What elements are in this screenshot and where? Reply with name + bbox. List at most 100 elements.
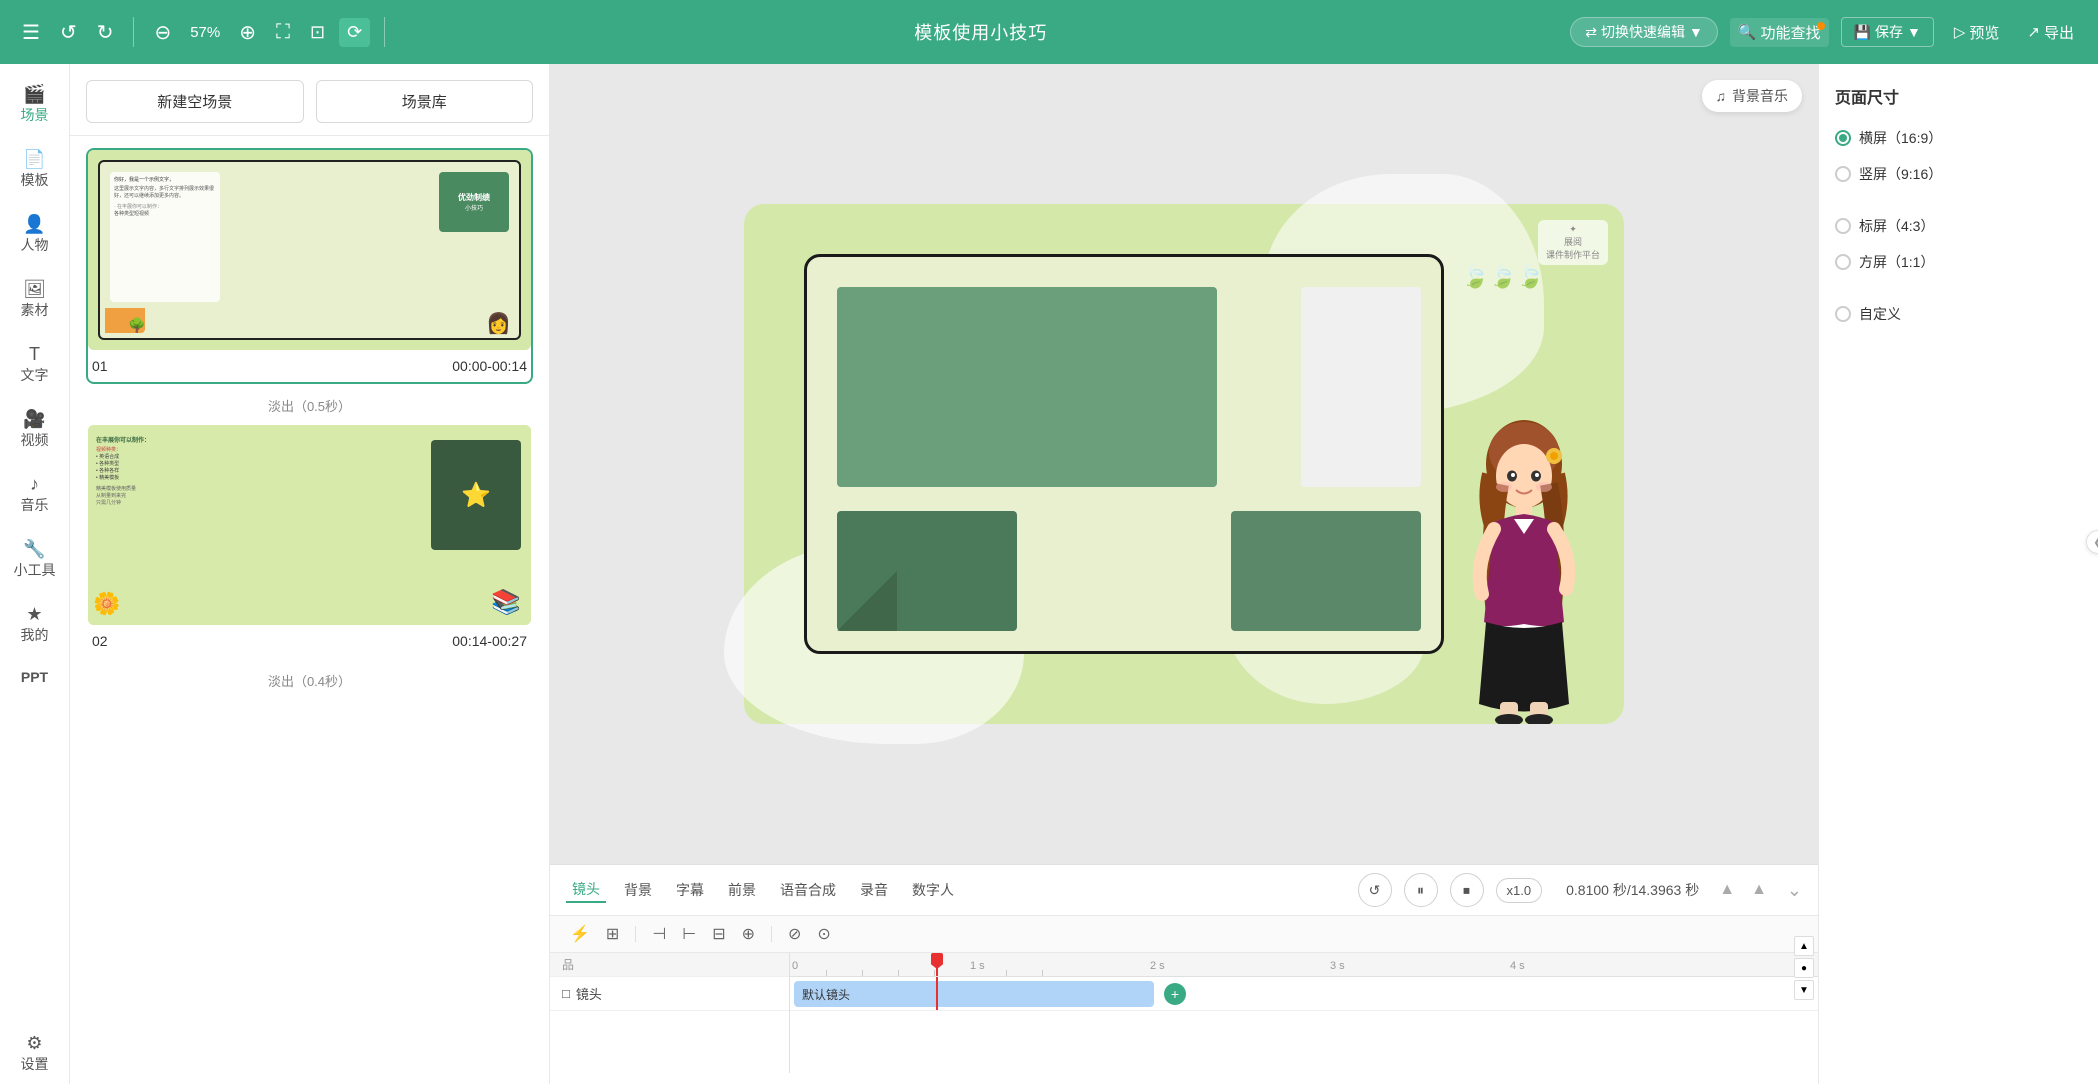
sidebar-item-mine[interactable]: ★ 我的 xyxy=(0,594,69,655)
switch-edit-button[interactable]: ⇄ 切换快速编辑 ▼ xyxy=(1570,17,1718,47)
tl-toolbar-divider xyxy=(635,926,636,942)
sidebar-item-template[interactable]: 📄 模板 xyxy=(0,139,69,200)
ratio-portrait-label: 竖屏（9:16） xyxy=(1859,164,1942,184)
tab-digital[interactable]: 数字人 xyxy=(906,878,960,902)
radio-portrait xyxy=(1835,166,1851,182)
grid-icon-button[interactable]: ⊞ xyxy=(602,922,623,946)
scene-item-2[interactable]: 在丰展你可以制作： 视频种类： • 英语合成 • 各种类型 • 各种各样 • 精… xyxy=(86,423,533,659)
save-label: 保存 xyxy=(1875,22,1903,42)
ratio-spacer-2 xyxy=(1835,288,2082,304)
camera-clip-label: 默认镜头 xyxy=(802,986,850,1003)
playhead[interactable] xyxy=(936,953,938,976)
scene-library-button[interactable]: 场景库 xyxy=(316,80,534,123)
scene-2-meta: 02 00:14-00:27 xyxy=(88,625,531,657)
volume-down-icon[interactable]: ▲ xyxy=(1751,881,1767,899)
save-dropdown-icon: ▼ xyxy=(1907,24,1921,40)
tab-record[interactable]: 录音 xyxy=(854,878,894,902)
timeline-controls: 镜头 背景 字幕 前景 语音合成 录音 数字人 ↺ ⏸ ⏹ x1.0 0.810… xyxy=(550,865,1818,916)
ratio-landscape[interactable]: 横屏（16:9） xyxy=(1835,128,2082,148)
radio-landscape xyxy=(1835,130,1851,146)
preview-icon: ▷ xyxy=(1954,23,1966,41)
scene-item-1[interactable]: 你好，我是一个示例文字， 这里展示文字内容，多行文字排列展示效果很好，还可以继续… xyxy=(86,148,533,384)
filter-icon-button[interactable]: ⚡ xyxy=(566,922,594,946)
tab-lens[interactable]: 镜头 xyxy=(566,877,606,903)
search-icon: 🔍 xyxy=(1738,23,1757,41)
scenes-list: 你好，我是一个示例文字， 这里展示文字内容，多行文字排列展示效果很好，还可以继续… xyxy=(70,136,549,1084)
scene-thumbnail-2: 在丰展你可以制作： 视频种类： • 英语合成 • 各种类型 • 各种各样 • 精… xyxy=(88,425,531,625)
fullscreen-button[interactable]: ⛶ xyxy=(270,17,296,48)
preview-label: 预览 xyxy=(1969,22,1999,43)
canvas-area: ♫ 背景音乐 🍃🍃🍃 xyxy=(550,64,1818,1084)
redo-icon: ↻ xyxy=(97,20,114,45)
undo-button[interactable]: ↺ xyxy=(54,16,83,49)
ratio-custom[interactable]: 自定义 xyxy=(1835,304,2082,324)
tick-4 xyxy=(934,970,935,976)
ratio-standard[interactable]: 标屏（4:3） xyxy=(1835,216,2082,236)
sidebar-item-tools[interactable]: 🔧 小工具 xyxy=(0,529,69,590)
ratio-portrait[interactable]: 竖屏（9:16） xyxy=(1835,164,2082,184)
preview-button[interactable]: ▷ 预览 xyxy=(1946,18,2008,47)
radio-square xyxy=(1835,254,1851,270)
zoom-out-button[interactable]: ⊖ xyxy=(148,16,177,49)
stage-content: 🍃🍃🍃 ✦ 展阅 课件制作平台 xyxy=(744,204,1624,724)
align-left-button[interactable]: ⊣ xyxy=(648,922,670,946)
speed-display[interactable]: x1.0 xyxy=(1496,878,1543,903)
menu-button[interactable]: ☰ xyxy=(16,16,46,49)
sidebar-item-settings[interactable]: ⚙ 设置 xyxy=(0,1023,69,1084)
text-label: 文字 xyxy=(21,365,49,385)
tab-subtitle[interactable]: 字幕 xyxy=(670,878,710,902)
scroll-down-button[interactable]: ▼ xyxy=(1794,980,1814,1000)
distribute-button[interactable]: ⊟ xyxy=(708,922,729,946)
mine-icon: ★ xyxy=(26,604,42,625)
volume-up-icon[interactable]: ▲ xyxy=(1719,881,1735,899)
switch-icon: ⇄ xyxy=(1585,24,1597,41)
expand-timeline-button[interactable]: ⌄ xyxy=(1787,880,1802,901)
mark-0: 0 xyxy=(792,960,798,972)
redo-button[interactable]: ↻ xyxy=(91,16,120,49)
tab-voice[interactable]: 语音合成 xyxy=(774,878,842,902)
sidebar-item-text[interactable]: T 文字 xyxy=(0,334,69,395)
zoom-in-button[interactable]: ⊕ xyxy=(233,16,262,49)
restart-icon: ↺ xyxy=(1369,882,1381,899)
add-icon: + xyxy=(1171,986,1179,1002)
search-label: 功能查找 xyxy=(1761,22,1821,43)
scroll-middle-button[interactable]: ● xyxy=(1794,958,1814,978)
sidebar-item-character[interactable]: 👤 人物 xyxy=(0,204,69,265)
scenes-top-bar: 新建空场景 场景库 xyxy=(70,64,549,136)
ratio-square[interactable]: 方屏（1:1） xyxy=(1835,252,2082,272)
ratio-square-label: 方屏（1:1） xyxy=(1859,252,1934,272)
video-icon: 🎥 xyxy=(23,409,45,430)
group-button[interactable]: ⊕ xyxy=(738,922,759,946)
sidebar-item-material[interactable]: 🖼 素材 xyxy=(0,269,69,330)
stop-button[interactable]: ⏹ xyxy=(1450,873,1484,907)
save-button[interactable]: 💾 保存 ▼ xyxy=(1841,17,1934,47)
camera-clip[interactable]: 默认镜头 xyxy=(794,981,1154,1007)
search-function-button[interactable]: 🔍 功能查找 xyxy=(1730,18,1829,47)
scroll-up-button[interactable]: ▲ xyxy=(1794,936,1814,956)
zoom-out-icon: ⊖ xyxy=(154,20,171,45)
new-scene-button[interactable]: 新建空场景 xyxy=(86,80,304,123)
fit-button[interactable]: ⊡ xyxy=(304,18,331,47)
fullscreen-icon: ⛶ xyxy=(276,21,290,44)
sidebar-item-video[interactable]: 🎥 视频 xyxy=(0,399,69,460)
sidebar-item-music[interactable]: ♪ 音乐 xyxy=(0,464,69,525)
material-icon: 🖼 xyxy=(23,279,46,300)
tab-background[interactable]: 背景 xyxy=(618,878,658,902)
split-button[interactable]: ⊘ xyxy=(784,922,805,946)
tools-label: 小工具 xyxy=(14,560,56,580)
video-label: 视频 xyxy=(21,430,49,450)
sidebar-item-scene[interactable]: 🎬 场景 xyxy=(0,74,69,135)
timeline: 镜头 背景 字幕 前景 语音合成 录音 数字人 ↺ ⏸ ⏹ x1.0 0.810… xyxy=(550,864,1818,1084)
stop-icon: ⏹ xyxy=(1463,882,1470,899)
character-figure xyxy=(1454,404,1594,724)
align-right-button[interactable]: ⊢ xyxy=(678,922,700,946)
copy-button[interactable]: ⊙ xyxy=(813,922,834,946)
loop-button[interactable]: ⟳ xyxy=(339,18,370,47)
pause-button[interactable]: ⏸ xyxy=(1404,873,1438,907)
tab-foreground[interactable]: 前景 xyxy=(722,878,762,902)
canvas-stage[interactable]: 🍃🍃🍃 ✦ 展阅 课件制作平台 xyxy=(550,64,1818,864)
restart-button[interactable]: ↺ xyxy=(1358,873,1392,907)
sidebar-item-ppt[interactable]: PPT xyxy=(0,659,69,695)
add-clip-button[interactable]: + xyxy=(1164,983,1186,1005)
export-button[interactable]: ↗ 导出 xyxy=(2019,18,2082,47)
